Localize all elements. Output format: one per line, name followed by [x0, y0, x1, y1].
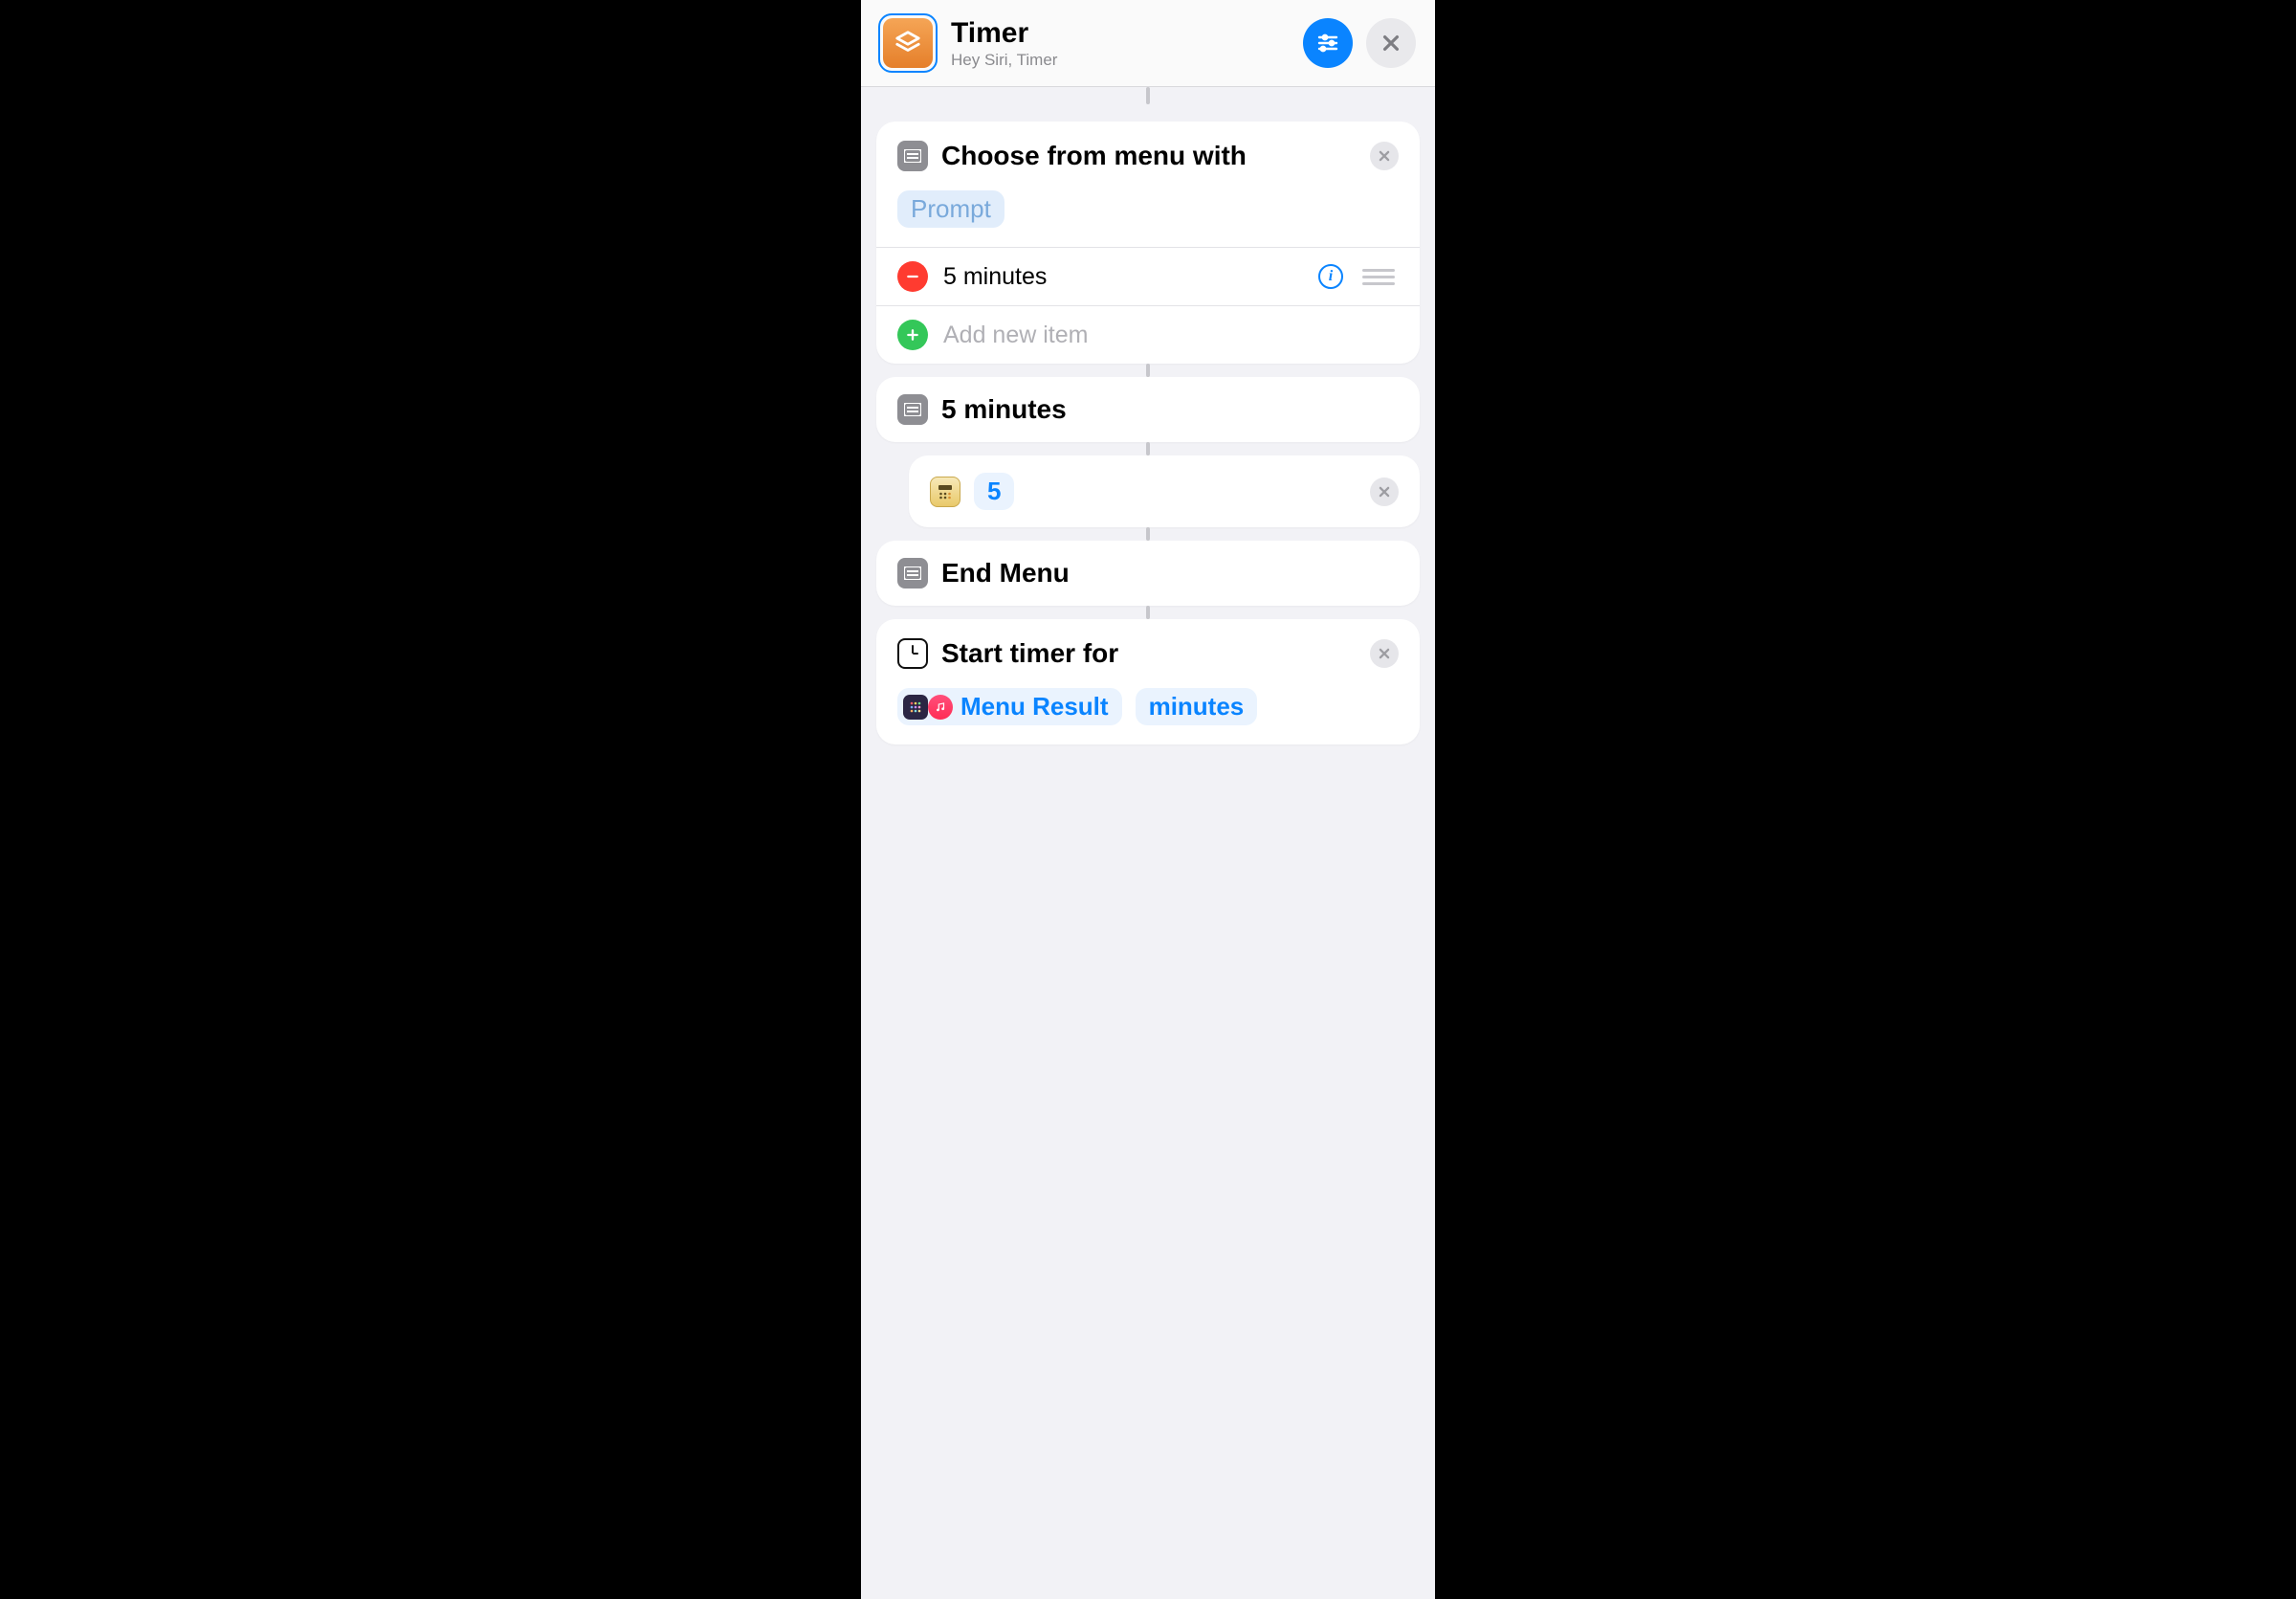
- action-header-row: Start timer for Menu Result minutes: [876, 619, 1420, 744]
- minus-icon: [905, 269, 920, 284]
- delete-item-button[interactable]: [897, 261, 928, 292]
- clock-icon: [897, 638, 928, 669]
- sliders-icon: [1316, 32, 1339, 55]
- number-token[interactable]: 5: [974, 473, 1014, 510]
- item-info-button[interactable]: i: [1318, 264, 1343, 289]
- x-icon: [1378, 149, 1391, 163]
- case-label: 5 minutes: [941, 394, 1067, 425]
- action-label: Choose from menu with: [941, 141, 1247, 171]
- calculator-icon: [930, 477, 960, 507]
- unit-token[interactable]: minutes: [1136, 688, 1258, 725]
- plus-icon: [905, 327, 920, 343]
- drag-handle[interactable]: [1358, 269, 1399, 285]
- action-header-row: 5 minutes: [876, 377, 1420, 442]
- remove-action-button[interactable]: [1370, 477, 1399, 506]
- remove-action-button[interactable]: [1370, 142, 1399, 170]
- flow-connector: [876, 606, 1420, 619]
- add-item-button[interactable]: [897, 320, 928, 350]
- shortcut-editor: Timer Hey Siri, Timer: [861, 0, 1435, 1599]
- action-header-row: End Menu: [876, 541, 1420, 606]
- timer-label: Start timer for: [941, 638, 1118, 669]
- siri-phrase: Hey Siri, Timer: [951, 51, 1290, 70]
- end-menu-label: End Menu: [941, 558, 1070, 589]
- menu-icon: [897, 558, 928, 589]
- flow-connector: [876, 527, 1420, 541]
- close-button[interactable]: [1366, 18, 1416, 68]
- action-header-row: Choose from menu with Prompt: [876, 122, 1420, 247]
- menu-item-row[interactable]: 5 minutes i: [876, 248, 1420, 305]
- flow-connector: [861, 87, 1435, 104]
- action-header-row: 5: [909, 455, 1420, 527]
- close-icon: [1380, 33, 1402, 54]
- settings-button[interactable]: [1303, 18, 1353, 68]
- x-icon: [1378, 485, 1391, 499]
- menu-icon: [897, 394, 928, 425]
- add-item-row[interactable]: Add new item: [876, 306, 1420, 364]
- action-end-menu[interactable]: End Menu: [876, 541, 1420, 606]
- shortcuts-app-icon: [903, 695, 928, 720]
- add-item-placeholder: Add new item: [943, 322, 1399, 349]
- menu-icon: [897, 141, 928, 171]
- shortcut-icon[interactable]: [878, 13, 938, 73]
- title-block[interactable]: Timer Hey Siri, Timer: [951, 17, 1290, 70]
- variable-name: Menu Result: [960, 692, 1109, 722]
- shortcut-title: Timer: [951, 17, 1290, 49]
- remove-action-button[interactable]: [1370, 639, 1399, 668]
- action-menu-case[interactable]: 5 minutes: [876, 377, 1420, 442]
- menu-item-label[interactable]: 5 minutes: [943, 263, 1303, 291]
- music-app-icon: [928, 695, 953, 720]
- action-choose-menu[interactable]: Choose from menu with Prompt 5 minutes i: [876, 122, 1420, 364]
- actions-list: Choose from menu with Prompt 5 minutes i: [861, 104, 1435, 1599]
- prompt-token[interactable]: Prompt: [897, 190, 1004, 228]
- shortcut-icon-glyph: [883, 18, 933, 68]
- action-number[interactable]: 5: [909, 455, 1420, 527]
- flow-connector: [876, 442, 1420, 455]
- action-start-timer[interactable]: Start timer for Menu Result minutes: [876, 619, 1420, 744]
- editor-header: Timer Hey Siri, Timer: [861, 0, 1435, 87]
- x-icon: [1378, 647, 1391, 660]
- flow-connector: [876, 364, 1420, 377]
- variable-token[interactable]: Menu Result: [897, 688, 1122, 725]
- stack-icon: [894, 29, 922, 57]
